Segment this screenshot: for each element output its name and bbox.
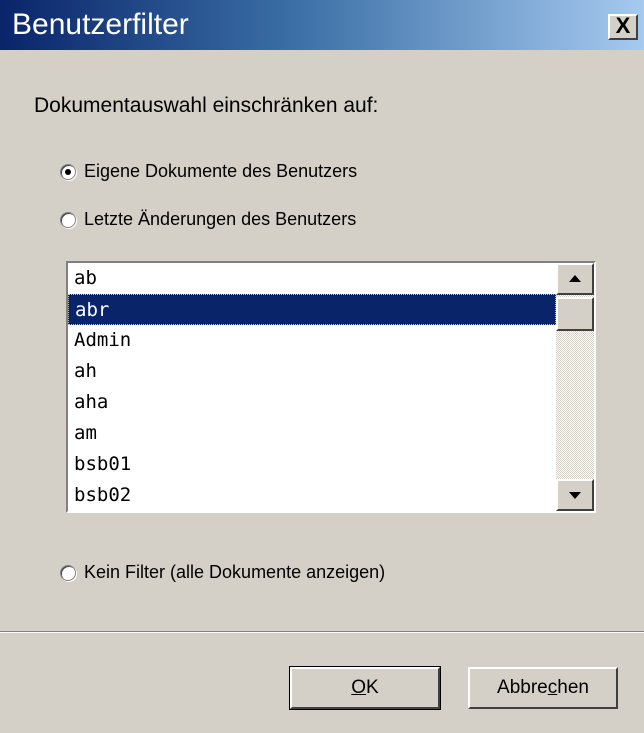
list-item-selected[interactable]: abr bbox=[68, 294, 556, 325]
radio-no-filter-label: Kein Filter (alle Dokumente anzeigen) bbox=[84, 562, 386, 582]
triangle-down-icon bbox=[569, 492, 581, 499]
radio-indicator[interactable] bbox=[60, 564, 76, 581]
title-bar[interactable]: Benutzerfilter X bbox=[0, 0, 644, 50]
footer-separator bbox=[0, 631, 644, 633]
list-item[interactable]: bsb02 bbox=[68, 480, 556, 511]
filter-prompt-label: Dokumentauswahl einschränken auf: bbox=[34, 94, 379, 117]
radio-recent-changes-label: Letzte Änderungen des Benutzers bbox=[84, 209, 357, 229]
list-item[interactable]: Admin bbox=[68, 325, 556, 356]
close-icon: X bbox=[615, 13, 631, 38]
user-listbox[interactable]: ab abr Admin ah aha am bsb01 bsb02 bbox=[66, 261, 596, 513]
radio-indicator[interactable] bbox=[60, 211, 76, 228]
radio-recent-changes[interactable]: Letzte Änderungen des Benutzers bbox=[60, 209, 356, 230]
cancel-button[interactable]: Abbrechen bbox=[468, 667, 618, 709]
user-list-items: ab abr Admin ah aha am bsb01 bsb02 bbox=[68, 263, 556, 511]
ok-mnemonic: O bbox=[351, 677, 367, 698]
user-filter-dialog: Benutzerfilter X Dokumentauswahl einschr… bbox=[0, 0, 644, 733]
ok-button[interactable]: OK bbox=[289, 666, 441, 710]
cancel-mnemonic: c bbox=[547, 677, 558, 698]
cancel-label-pre: Abbre bbox=[497, 677, 548, 698]
cancel-label-post: hen bbox=[557, 677, 589, 698]
list-item[interactable]: ah bbox=[68, 356, 556, 387]
vertical-scrollbar[interactable] bbox=[556, 263, 594, 511]
scroll-up-button[interactable] bbox=[556, 263, 594, 295]
list-item[interactable]: bsb01 bbox=[68, 449, 556, 480]
radio-indicator[interactable] bbox=[60, 163, 76, 180]
radio-own-documents[interactable]: Eigene Dokumente des Benutzers bbox=[60, 161, 357, 182]
radio-no-filter[interactable]: Kein Filter (alle Dokumente anzeigen) bbox=[60, 562, 385, 583]
list-item[interactable]: aha bbox=[68, 387, 556, 418]
list-item[interactable]: ab bbox=[68, 263, 556, 294]
scroll-thumb[interactable] bbox=[556, 297, 594, 331]
window-title: Benutzerfilter bbox=[12, 8, 189, 41]
radio-own-documents-label: Eigene Dokumente des Benutzers bbox=[84, 161, 358, 181]
close-button[interactable]: X bbox=[608, 14, 638, 40]
scroll-down-button[interactable] bbox=[556, 479, 594, 511]
ok-label-rest: K bbox=[366, 677, 379, 698]
triangle-up-icon bbox=[569, 275, 581, 282]
list-item[interactable]: am bbox=[68, 418, 556, 449]
